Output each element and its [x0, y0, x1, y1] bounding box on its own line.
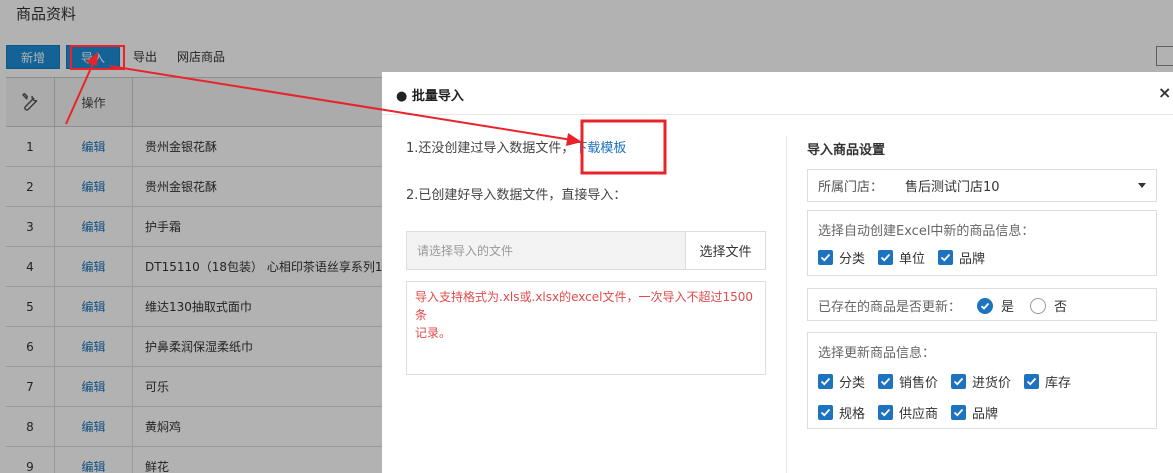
close-icon[interactable]: ×: [1158, 83, 1171, 102]
auto-create-checkbox[interactable]: 分类: [818, 248, 865, 267]
store-select[interactable]: 所属门店： 售后测试门店10: [807, 169, 1157, 202]
step-2-text: 2.已创建好导入数据文件，直接导入：: [406, 188, 627, 203]
checkbox-label: 品牌: [972, 407, 999, 422]
checkbox-label: 单位: [899, 252, 926, 267]
update-fields-checkboxes-row-1: 分类 销售价 进货价 库存: [818, 372, 1084, 391]
import-tip: 导入支持格式为.xls或.xlsx的excel文件，一次导入不超过1500条 记…: [406, 281, 766, 375]
checkbox-checked-icon: [878, 250, 894, 265]
checkbox-checked-icon: [818, 405, 833, 420]
update-field-checkbox[interactable]: 规格: [818, 403, 865, 422]
update-fields-label: 选择更新商品信息：: [818, 346, 936, 361]
tip-line-2: 记录。: [415, 326, 452, 340]
settings-title: 导入商品设置: [807, 143, 886, 158]
checkbox-checked-icon: [938, 250, 954, 265]
checkbox-label: 销售价: [899, 376, 939, 391]
checkbox-checked-icon: [878, 374, 894, 389]
checkbox-checked-icon: [818, 374, 833, 389]
update-fields-checkboxes-row-2: 规格 供应商 品牌: [818, 403, 1011, 422]
update-field-checkbox[interactable]: 供应商: [878, 403, 938, 422]
checkbox-label: 分类: [839, 376, 866, 391]
file-picker: 请选择导入的文件 选择文件: [406, 231, 766, 270]
update-fields-options: 选择更新商品信息： 分类 销售价 进货价 库存 规格 供应商 品牌: [807, 332, 1157, 429]
checkbox-checked-icon: [878, 405, 894, 420]
checkbox-label: 分类: [839, 252, 866, 267]
step-1: 1.还没创建过导入数据文件，下载模板: [406, 138, 626, 160]
caret-down-icon: [1138, 183, 1146, 188]
radio-yes[interactable]: 是: [977, 296, 1014, 315]
dialog-header: ● 批量导入 ×: [382, 72, 1173, 115]
batch-import-dialog: ● 批量导入 × 1.还没创建过导入数据文件，下载模板 2.已创建好导入数据文件…: [382, 72, 1173, 473]
radio-unchecked-icon: [1030, 297, 1047, 314]
update-field-checkbox[interactable]: 分类: [818, 372, 865, 391]
tip-line-1: 导入支持格式为.xls或.xlsx的excel文件，一次导入不超过1500条: [415, 290, 754, 322]
auto-create-options: 选择自动创建Excel中新的商品信息： 分类 单位 品牌: [807, 210, 1157, 276]
checkbox-label: 进货价: [972, 376, 1012, 391]
checkbox-checked-icon: [1024, 374, 1040, 389]
checkbox-label: 供应商: [899, 407, 939, 422]
update-field-checkbox[interactable]: 库存: [1024, 372, 1071, 391]
checkbox-label: 品牌: [959, 252, 986, 267]
radio-no-label: 否: [1054, 300, 1068, 315]
choose-file-button[interactable]: 选择文件: [686, 232, 765, 269]
update-field-checkbox[interactable]: 进货价: [951, 372, 1011, 391]
checkbox-label: 库存: [1045, 376, 1072, 391]
radio-checked-icon: [977, 297, 994, 314]
radio-yes-label: 是: [1001, 300, 1015, 315]
auto-create-checkbox[interactable]: 单位: [878, 248, 925, 267]
checkbox-checked-icon: [951, 405, 967, 420]
update-existing-option: 已存在的商品是否更新： 是 否: [807, 288, 1157, 321]
download-template-link[interactable]: 下载模板: [574, 141, 626, 156]
pane-divider: [786, 136, 787, 473]
checkbox-checked-icon: [818, 250, 833, 265]
update-field-checkbox[interactable]: 品牌: [951, 403, 998, 422]
auto-create-checkboxes: 分类 单位 品牌: [818, 248, 998, 267]
checkbox-checked-icon: [951, 374, 967, 389]
dialog-title: ● 批量导入: [396, 89, 464, 104]
update-existing-label: 已存在的商品是否更新：: [818, 300, 962, 315]
store-label: 所属门店：: [818, 180, 884, 195]
update-existing-row: 已存在的商品是否更新： 是 否: [818, 296, 1067, 315]
radio-no[interactable]: 否: [1030, 296, 1067, 315]
auto-create-checkbox[interactable]: 品牌: [938, 248, 985, 267]
step-1-text: 1.还没创建过导入数据文件，: [406, 141, 575, 156]
auto-create-label: 选择自动创建Excel中新的商品信息：: [818, 224, 1035, 239]
file-path-input[interactable]: 请选择导入的文件: [407, 232, 686, 269]
update-field-checkbox[interactable]: 销售价: [878, 372, 938, 391]
checkbox-label: 规格: [839, 407, 866, 422]
store-value: 售后测试门店10: [905, 180, 1000, 195]
